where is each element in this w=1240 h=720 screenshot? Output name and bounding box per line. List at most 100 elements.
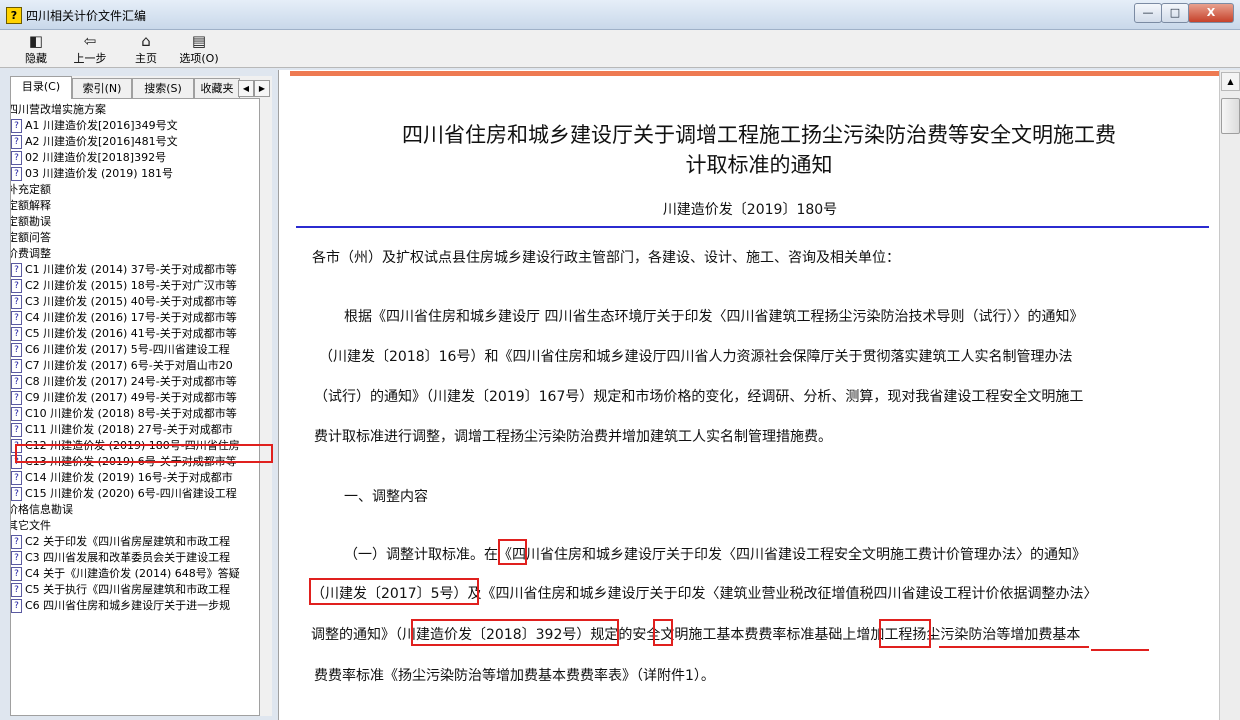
back-button[interactable]: ⇦ 上一步 [68, 33, 112, 67]
annotation-box [653, 619, 673, 646]
help-page-icon: ? [11, 423, 22, 437]
tree-item[interactable]: ? C5 关于执行《四川省房屋建筑和市政工程 [11, 582, 259, 598]
maximize-button[interactable]: □ [1161, 3, 1189, 23]
tree-item[interactable]: 定额解释 [10, 198, 255, 214]
tree-item[interactable]: 定额勘误 [10, 214, 255, 230]
help-page-icon: ? [11, 535, 22, 549]
header-rule [290, 71, 1220, 76]
tree-item[interactable]: ? C6 四川省住房和城乡建设厅关于进一步规 [11, 598, 259, 614]
nav-tabs: 目录(C) 索引(N) 搜索(S) 收藏夹 ◀ ▶ [10, 76, 272, 99]
back-label: 上一步 [73, 52, 107, 65]
back-arrow-icon: ⇦ [83, 32, 97, 50]
tree-item-label: C11 川建价发 (2018) 27号-关于对成都市 [25, 423, 233, 436]
scroll-thumb[interactable] [1221, 98, 1240, 134]
tree-item-label: C5 川建价发 (2016) 41号-关于对成都市等 [25, 327, 237, 340]
tree-item-label: C5 关于执行《四川省房屋建筑和市政工程 [25, 583, 231, 596]
help-page-icon: ? [11, 567, 22, 581]
tree-item[interactable]: ? C2 关于印发《四川省房屋建筑和市政工程 [11, 534, 259, 550]
home-button[interactable]: ⌂ 主页 [128, 33, 164, 67]
paragraph2-line1: （一）调整计取标准。在《四川省住房和城乡建设厅关于印发〈四川省建设工程安全文明施… [344, 547, 1086, 563]
tree-item[interactable]: ? C15 川建价发 (2020) 6号-四川省建设工程 [11, 486, 259, 502]
annotation-box [411, 619, 619, 646]
tree-item[interactable]: 价格信息勘误 [10, 502, 255, 518]
tree-item-label: 定额问答 [10, 231, 51, 244]
help-app-icon: ? [6, 7, 22, 24]
tree-item[interactable]: 其它文件 [10, 518, 255, 534]
tree-item-label: C3 川建价发 (2015) 40号-关于对成都市等 [25, 295, 237, 308]
help-page-icon: ? [11, 327, 22, 341]
tab-contents[interactable]: 目录(C) [10, 76, 72, 99]
hide-button[interactable]: ◧ 隐藏 [16, 33, 56, 67]
tree-item[interactable]: ? C3 四川省发展和改革委员会关于建设工程 [11, 550, 259, 566]
tree-item[interactable]: ? C14 川建价发 (2019) 16号-关于对成都市 [11, 470, 259, 486]
blue-divider [296, 226, 1209, 228]
tree-item[interactable]: 定额问答 [10, 230, 255, 246]
tree-item[interactable]: 四川营改增实施方案 [11, 102, 255, 118]
tree-item-label: C15 川建价发 (2020) 6号-四川省建设工程 [25, 487, 237, 500]
addressee: 各市（州）及扩权试点县住房城乡建设行政主管部门，各建设、设计、施工、咨询及相关单… [312, 250, 900, 266]
tree-item[interactable]: ? A1 川建造价发[2016]349号文 [11, 118, 259, 134]
tree-item-label: C2 川建价发 (2015) 18号-关于对广汉市等 [25, 279, 237, 292]
document-title: 四川省住房和城乡建设厅关于调增工程施工扬尘污染防治费等安全文明施工费 计取标准的… [309, 120, 1209, 180]
tree-item-label: 价格信息勘误 [10, 503, 73, 516]
tree-item[interactable]: ? C7 川建价发 (2017) 6号-关于对眉山市20 [11, 358, 259, 374]
selected-item-highlight [15, 444, 273, 463]
tree-item[interactable]: ? C3 川建价发 (2015) 40号-关于对成都市等 [11, 294, 259, 310]
tree-item[interactable]: ? C10 川建价发 (2018) 8号-关于对成都市等 [11, 406, 259, 422]
window-title: 四川相关计价文件汇编 [26, 9, 147, 23]
toolbar: ◧ 隐藏 ⇦ 上一步 ⌂ 主页 ▤ 选项(O) [0, 30, 1240, 68]
tree-item[interactable]: ? C4 关于《川建造价发 (2014) 648号》答疑 [11, 566, 259, 582]
tree-item[interactable]: ? C1 川建价发 (2014) 37号-关于对成都市等 [11, 262, 259, 278]
tab-search[interactable]: 搜索(S) [132, 78, 194, 98]
vertical-scrollbar[interactable]: ▲ [1219, 70, 1240, 720]
tab-scroll-right-icon[interactable]: ▶ [254, 80, 270, 97]
tree-item-label: 其它文件 [10, 519, 51, 532]
document-pane: 四川省住房和城乡建设厅关于调增工程施工扬尘污染防治费等安全文明施工费 计取标准的… [278, 70, 1221, 720]
tree-item[interactable]: ? 02 川建造价发[2018]392号 [11, 150, 259, 166]
tree-item[interactable]: ? 03 川建造价发 (2019) 181号 [11, 166, 259, 182]
tab-scroll-left-icon[interactable]: ◀ [238, 80, 254, 97]
help-page-icon: ? [11, 295, 22, 309]
tree-item[interactable]: ? C11 川建价发 (2018) 27号-关于对成都市 [11, 422, 259, 438]
section-heading: 一、调整内容 [344, 489, 428, 505]
help-page-icon: ? [11, 599, 22, 613]
paragraph1-line2: （川建发〔2018〕16号）和《四川省住房和城乡建设厅四川省人力资源社会保障厅关… [319, 349, 1073, 365]
tree-item-label: A2 川建造价发[2016]481号文 [25, 135, 178, 148]
contents-tree[interactable]: 四川营改增实施方案? A1 川建造价发[2016]349号文? A2 川建造价发[2… [10, 98, 260, 716]
tree-item-label: 定额解释 [10, 199, 51, 212]
options-button[interactable]: ▤ 选项(O) [174, 33, 224, 67]
tab-index[interactable]: 索引(N) [72, 78, 132, 98]
paragraph2-line4: 费费率标准《扬尘污染防治等增加费基本费费率表》（详附件1）。 [314, 668, 715, 684]
options-icon: ▤ [191, 32, 207, 50]
help-page-icon: ? [11, 359, 22, 373]
tree-item-label: 价费调整 [10, 247, 51, 260]
help-page-icon: ? [11, 583, 22, 597]
help-page-icon: ? [11, 311, 22, 325]
tree-item-label: C6 四川省住房和城乡建设厅关于进一步规 [25, 599, 231, 612]
tree-item[interactable]: ? C6 川建价发 (2017) 5号-四川省建设工程 [11, 342, 259, 358]
paragraph1-line3: （试行）的通知》（川建发〔2019〕167号）规定和市场价格的变化，经调研、分析… [314, 389, 1084, 405]
tree-item-label: A1 川建造价发[2016]349号文 [25, 119, 178, 132]
tree-item[interactable]: ? C4 川建价发 (2016) 17号-关于对成都市等 [11, 310, 259, 326]
help-page-icon: ? [11, 375, 22, 389]
annotation-underline [1091, 649, 1149, 651]
scroll-up-icon[interactable]: ▲ [1221, 72, 1240, 91]
tree-item[interactable]: ? C8 川建价发 (2017) 24号-关于对成都市等 [11, 374, 259, 390]
minimize-button[interactable]: — [1134, 3, 1162, 23]
tree-item[interactable]: ? C9 川建价发 (2017) 49号-关于对成都市等 [11, 390, 259, 406]
tree-item[interactable]: ? C2 川建价发 (2015) 18号-关于对广汉市等 [11, 278, 259, 294]
help-page-icon: ? [11, 391, 22, 405]
tree-item[interactable]: 价费调整 [10, 246, 255, 262]
paragraph1-line1: 根据《四川省住房和城乡建设厅 四川省生态环境厅关于印发〈四川省建筑工程扬尘污染防… [344, 309, 1084, 325]
tree-item-label: C14 川建价发 (2019) 16号-关于对成都市 [25, 471, 233, 484]
tree-item[interactable]: ? C5 川建价发 (2016) 41号-关于对成都市等 [11, 326, 259, 342]
tab-favorites[interactable]: 收藏夹 [194, 78, 240, 98]
tree-item[interactable]: 补充定额 [11, 182, 255, 198]
tree-item-label: 定额勘误 [10, 215, 51, 228]
tree-item-label: C1 川建价发 (2014) 37号-关于对成都市等 [25, 263, 237, 276]
tree-item[interactable]: ? A2 川建造价发[2016]481号文 [11, 134, 259, 150]
hide-pane-icon: ◧ [28, 32, 44, 50]
close-button[interactable]: X [1188, 3, 1234, 23]
help-page-icon: ? [11, 119, 22, 133]
tab-scroll-arrows: ◀ ▶ [238, 80, 270, 97]
